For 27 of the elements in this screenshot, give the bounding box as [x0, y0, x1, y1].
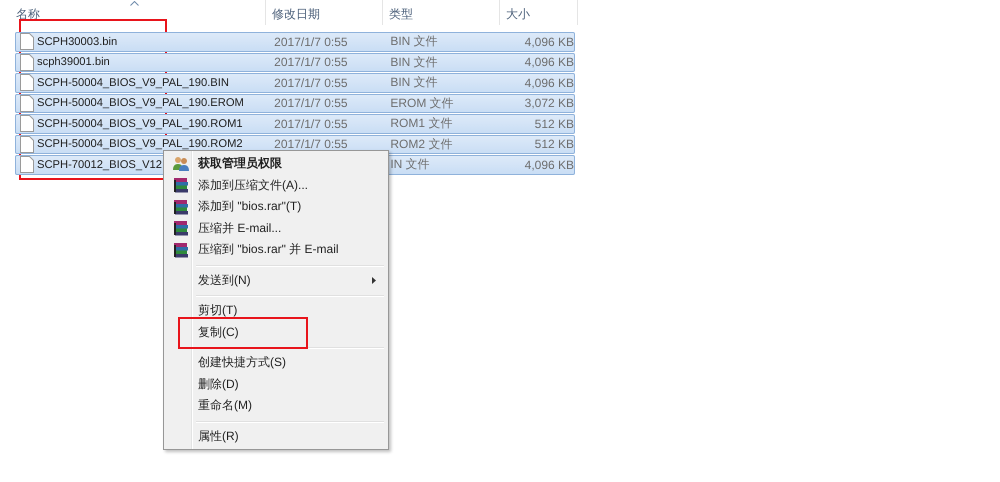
file-name: SCPH-50004_BIOS_V9_PAL_190.BIN: [37, 76, 229, 89]
file-date: 2017/1/7 0:55: [274, 34, 348, 49]
file-type: ROM1 文件: [390, 115, 452, 132]
file-name: SCPH30003.bin: [37, 36, 118, 48]
file-type: EROM 文件: [390, 94, 454, 112]
file-size: 4,096 KB: [524, 34, 574, 49]
file-size: 4,096 KB: [524, 76, 574, 90]
file-size: 4,096 KB: [524, 55, 574, 70]
file-date: 2017/1/7 0:55: [274, 116, 348, 131]
file-name: SCPH-50004_BIOS_V9_PAL_190.ROM2: [37, 138, 243, 150]
file-size: 512 KB: [534, 137, 574, 152]
file-type: BIN 文件: [390, 74, 438, 92]
file-name: scph39001.bin: [37, 56, 110, 68]
file-type: IN 文件: [390, 156, 430, 174]
file-date: 2017/1/7 0:55: [274, 76, 348, 90]
file-name: SCPH-70012_BIOS_V12: [37, 158, 162, 171]
file-size: 4,096 KB: [524, 158, 574, 172]
file-name: SCPH-50004_BIOS_V9_PAL_190.ROM1: [37, 118, 243, 130]
file-type: ROM2 文件: [390, 136, 452, 153]
file-type: BIN 文件: [390, 33, 438, 50]
file-name: SCPH-50004_BIOS_V9_PAL_190.EROM: [37, 97, 244, 110]
file-date: 2017/1/7 0:55: [274, 96, 348, 110]
file-size: 512 KB: [534, 116, 574, 131]
file-size: 3,072 KB: [524, 96, 574, 110]
file-date: 2017/1/7 0:55: [274, 137, 348, 152]
file-date: 2017/1/7 0:55: [274, 55, 348, 70]
file-type: BIN 文件: [390, 54, 438, 71]
